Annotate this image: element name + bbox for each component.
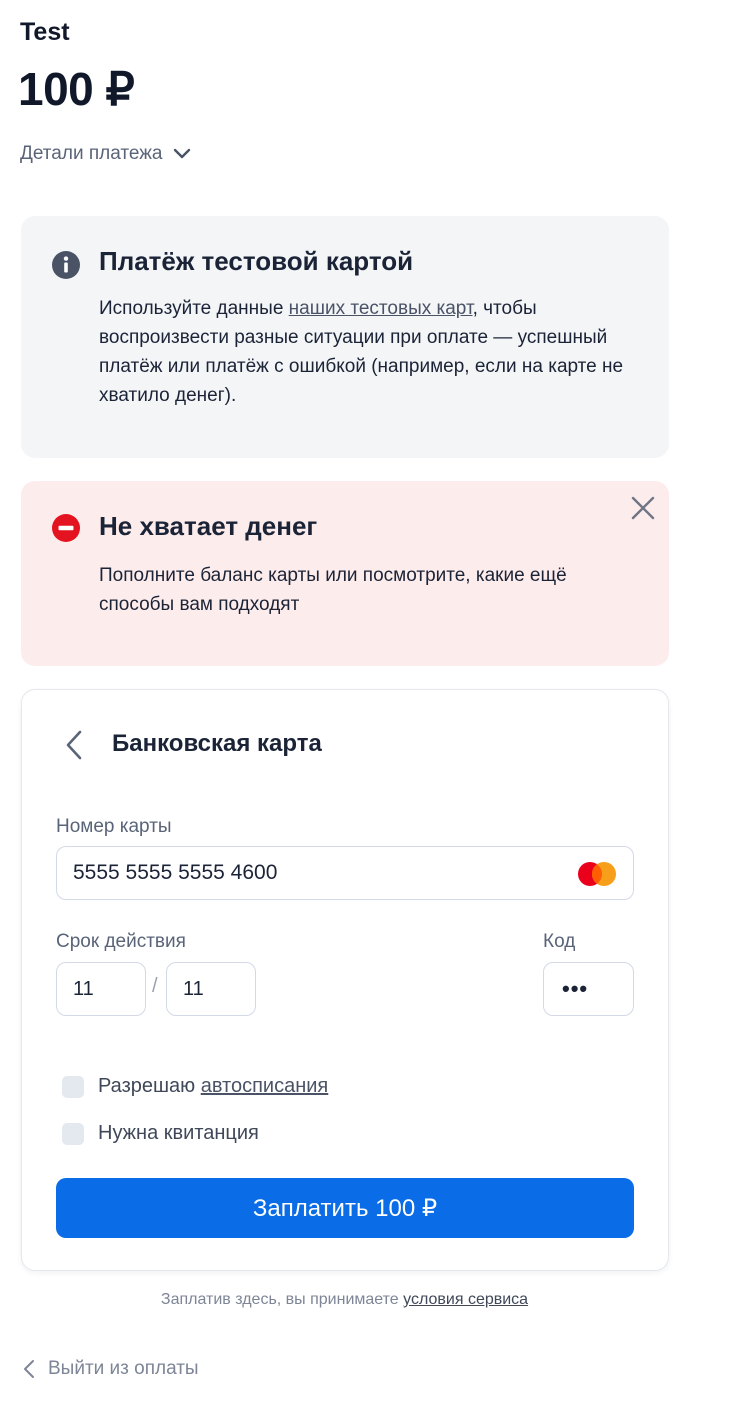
expiry-separator: / bbox=[152, 975, 158, 997]
chevron-left-icon bbox=[24, 1360, 34, 1378]
security-code-input[interactable]: ••• bbox=[543, 962, 634, 1016]
test-card-notice-text: Используйте данные наших тестовых карт, … bbox=[99, 294, 639, 410]
receipt-label: Нужна квитанция bbox=[98, 1122, 259, 1144]
insufficient-funds-alert: Не хватает денег Пополните баланс карты … bbox=[21, 481, 669, 666]
autopay-checkbox[interactable] bbox=[62, 1075, 84, 1098]
payment-details-toggle[interactable]: Детали платежа bbox=[20, 143, 192, 165]
test-card-notice: Платёж тестовой картой Используйте данны… bbox=[21, 216, 669, 458]
payment-amount: 100 ₽ bbox=[18, 63, 135, 115]
autopay-text: Разрешаю bbox=[98, 1075, 201, 1097]
form-title: Банковская карта bbox=[112, 730, 322, 757]
exit-payment-label: Выйти из оплаты bbox=[48, 1358, 199, 1379]
mastercard-icon bbox=[578, 862, 616, 886]
terms-link[interactable]: условия сервиса bbox=[403, 1291, 528, 1308]
expiry-year-input[interactable]: 11 bbox=[166, 962, 256, 1016]
autopay-label: Разрешаю автосписания bbox=[98, 1075, 328, 1098]
payment-details-label: Детали платежа bbox=[20, 143, 163, 164]
card-number-label: Номер карты bbox=[56, 816, 172, 837]
autopay-link[interactable]: автосписания bbox=[201, 1075, 329, 1097]
merchant-name: Test bbox=[20, 18, 70, 46]
code-label: Код bbox=[543, 931, 576, 952]
notice-text-start: Используйте данные bbox=[99, 298, 289, 319]
receipt-checkbox[interactable] bbox=[62, 1122, 84, 1145]
test-cards-link[interactable]: наших тестовых карт bbox=[289, 298, 473, 319]
chevron-down-icon bbox=[174, 148, 191, 159]
info-icon bbox=[52, 251, 80, 279]
expiry-month-input[interactable]: 11 bbox=[56, 962, 146, 1016]
expiry-label: Срок действия bbox=[56, 931, 186, 952]
pay-button[interactable]: Заплатить 100 ₽ bbox=[56, 1178, 634, 1238]
error-minus-icon bbox=[52, 514, 80, 542]
receipt-option[interactable]: Нужна квитанция bbox=[62, 1122, 259, 1145]
terms-notice: Заплатив здесь, вы принимаете условия се… bbox=[0, 1291, 689, 1309]
alert-text: Пополните баланс карты или посмотрите, к… bbox=[99, 565, 567, 615]
autopay-option[interactable]: Разрешаю автосписания bbox=[62, 1075, 328, 1098]
card-number-value: 5555 5555 5555 4600 bbox=[73, 861, 278, 884]
chevron-left-icon[interactable] bbox=[62, 728, 86, 762]
test-card-notice-title: Платёж тестовой картой bbox=[99, 246, 414, 276]
bank-card-form: Банковская карта Номер карты 5555 5555 5… bbox=[21, 689, 669, 1271]
alert-title: Не хватает денег bbox=[99, 511, 318, 541]
terms-text: Заплатив здесь, вы принимаете bbox=[160, 1291, 404, 1308]
card-number-input[interactable]: 5555 5555 5555 4600 bbox=[56, 846, 634, 900]
close-icon[interactable] bbox=[628, 493, 658, 523]
exit-payment-link[interactable]: Выйти из оплаты bbox=[22, 1358, 199, 1380]
